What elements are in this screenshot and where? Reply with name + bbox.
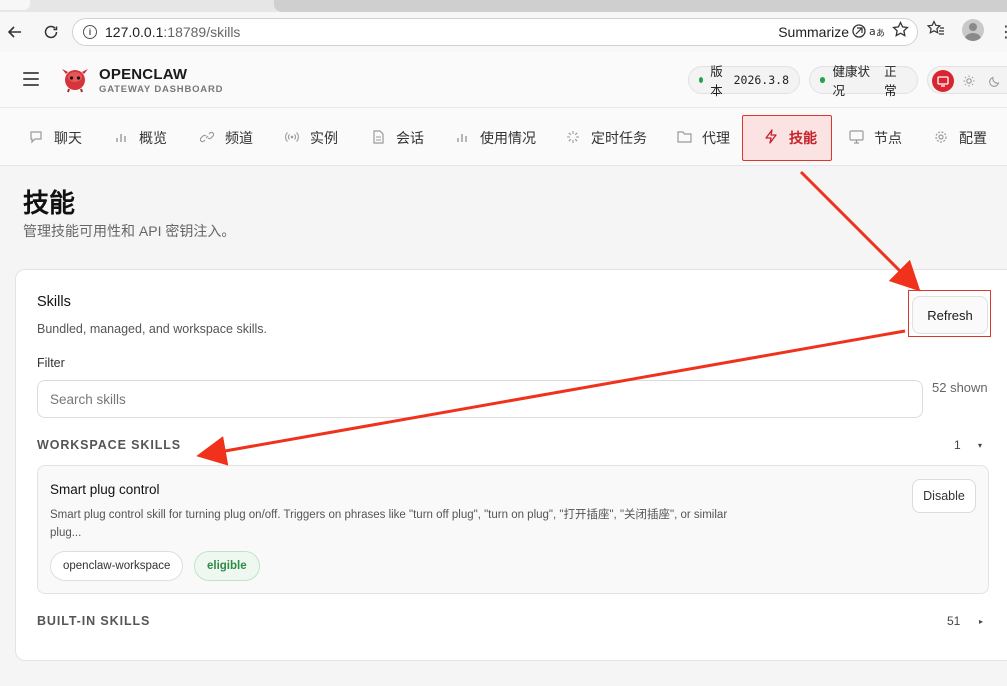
more-menu-icon[interactable]: ⋮ xyxy=(998,22,1007,42)
summarize-button[interactable]: Summarize xyxy=(778,24,849,40)
search-input[interactable] xyxy=(37,380,923,418)
health-label: 健康状况 xyxy=(832,65,870,98)
version-badge: 版本 2026.3.8 xyxy=(688,65,800,98)
tab-label: 配置 xyxy=(959,130,987,146)
tab-chat[interactable]: 聊天 xyxy=(28,128,82,148)
chevron-down-icon[interactable]: ▾ xyxy=(978,441,982,450)
health-value: 正常 xyxy=(884,65,897,98)
monitor-icon xyxy=(848,129,864,147)
chat-icon xyxy=(28,130,44,147)
tab-skills[interactable]: 技能 xyxy=(742,115,832,161)
reload-icon[interactable] xyxy=(38,19,64,45)
browser-tab-strip xyxy=(0,0,1007,12)
builtin-skills-count: 51 xyxy=(947,614,961,628)
status-dot-icon xyxy=(699,77,704,83)
tab-label: 实例 xyxy=(310,130,338,146)
browser-tab[interactable] xyxy=(0,0,30,10)
tab-label: 概览 xyxy=(139,130,167,146)
tab-nodes[interactable]: 节点 xyxy=(848,128,902,148)
brand-title: OPENCLAW xyxy=(99,66,188,83)
back-arrow-icon[interactable] xyxy=(2,19,28,45)
workspace-skills-header[interactable]: WORKSPACE SKILLS xyxy=(37,438,181,452)
tab-usage[interactable]: 使用情况 xyxy=(454,128,536,148)
profile-avatar-icon[interactable] xyxy=(962,19,984,41)
status-dot-icon xyxy=(820,77,826,83)
favorites-icon[interactable] xyxy=(926,20,945,42)
tab-label: 频道 xyxy=(225,130,253,146)
workspace-skills-count: 1 xyxy=(954,438,961,452)
skills-card: Skills Bundled, managed, and workspace s… xyxy=(15,269,1007,661)
eligible-badge: eligible xyxy=(194,551,260,581)
lightning-icon xyxy=(763,129,779,147)
loader-icon xyxy=(565,130,581,147)
skill-item: Smart plug control Smart plug control sk… xyxy=(37,465,989,594)
card-title: Skills xyxy=(37,294,71,310)
site-info-icon[interactable]: i xyxy=(83,25,97,39)
tab-sessions[interactable]: 会话 xyxy=(370,128,424,148)
monitor-theme-icon[interactable] xyxy=(932,70,954,92)
sun-icon[interactable] xyxy=(958,70,980,92)
radio-icon xyxy=(284,130,300,147)
workspace-tag: openclaw-workspace xyxy=(50,551,184,581)
version-value: 2026.3.8 xyxy=(733,73,789,87)
tab-config[interactable]: 配置 xyxy=(933,128,987,148)
svg-text:あ: あ xyxy=(876,28,885,38)
hamburger-menu-icon[interactable] xyxy=(23,72,39,86)
translate-icon[interactable]: aあ xyxy=(869,24,885,41)
bar-chart-icon xyxy=(454,130,470,147)
arrow-to-refresh xyxy=(799,170,921,292)
tab-cron[interactable]: 定时任务 xyxy=(565,128,647,148)
tab-label: 代理 xyxy=(702,130,730,146)
moon-icon[interactable] xyxy=(984,70,1006,92)
card-description: Bundled, managed, and workspace skills. xyxy=(37,322,267,336)
gear-icon xyxy=(933,130,949,147)
page-title: 技能 xyxy=(23,188,76,218)
tab-agents[interactable]: 代理 xyxy=(676,128,730,148)
browser-tab-area xyxy=(274,0,1007,12)
browser-toolbar: i 127.0.0.1:18789/skills Summarize aあ ⋮ xyxy=(0,12,1007,52)
health-badge: 健康状况 正常 xyxy=(809,65,918,98)
tab-label: 技能 xyxy=(789,130,817,146)
page-subtitle: 管理技能可用性和 API 密钥注入。 xyxy=(23,223,236,239)
tab-instances[interactable]: 实例 xyxy=(284,128,338,148)
skill-description: Smart plug control skill for turning plu… xyxy=(50,509,728,539)
svg-text:a: a xyxy=(869,25,876,38)
bar-chart-icon xyxy=(113,130,129,147)
app-header: OPENCLAW GATEWAY DASHBOARD 版本 2026.3.8 健… xyxy=(0,52,1007,108)
tab-label: 定时任务 xyxy=(591,130,647,146)
main-nav: 聊天 概览 频道 实例 会话 使用情况 定时任务 代理 技能 节点 配置 xyxy=(0,108,1007,166)
refresh-highlight-box xyxy=(908,290,991,337)
shown-count: 52 shown xyxy=(932,380,988,395)
tab-overview[interactable]: 概览 xyxy=(113,128,167,148)
builtin-skills-header[interactable]: BUILT-IN SKILLS xyxy=(37,614,150,628)
folder-icon xyxy=(676,130,692,146)
filter-label: Filter xyxy=(37,356,65,370)
link-icon xyxy=(199,130,215,147)
tab-label: 聊天 xyxy=(54,130,82,146)
version-label: 版本 xyxy=(710,65,723,98)
skill-name: Smart plug control xyxy=(50,482,160,497)
chevron-right-icon[interactable]: ▸ xyxy=(979,617,983,626)
document-icon xyxy=(370,129,386,147)
openclaw-logo-icon xyxy=(60,65,90,93)
tab-channels[interactable]: 频道 xyxy=(199,128,253,148)
theme-switcher xyxy=(927,66,1007,94)
tab-label: 节点 xyxy=(874,130,902,146)
disable-button[interactable]: Disable xyxy=(912,479,976,513)
bookmark-star-icon[interactable] xyxy=(892,20,909,43)
brand-subtitle: GATEWAY DASHBOARD xyxy=(99,84,224,95)
summarize-icon[interactable] xyxy=(851,23,867,42)
tab-label: 使用情况 xyxy=(480,130,536,146)
address-bar[interactable]: i 127.0.0.1:18789/skills Summarize aあ xyxy=(72,18,918,46)
url-text[interactable]: 127.0.0.1:18789/skills xyxy=(105,24,240,40)
tab-label: 会话 xyxy=(396,130,424,146)
